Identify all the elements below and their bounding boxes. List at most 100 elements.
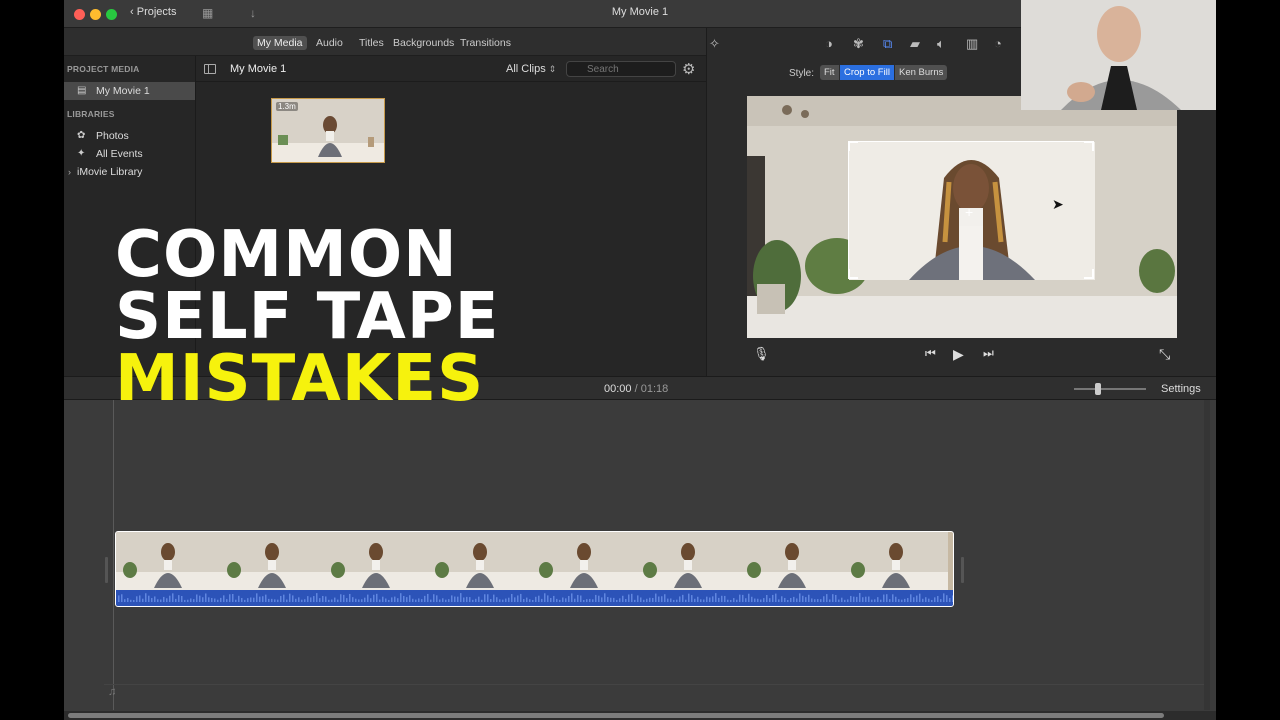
play-icon[interactable]: ▶ — [953, 346, 964, 363]
waveform-bar — [160, 599, 162, 602]
magic-wand-icon[interactable]: ✧ — [709, 36, 720, 52]
waveform-bar — [757, 598, 759, 602]
waveform-bar — [859, 593, 861, 602]
crop-handle-top-left[interactable] — [848, 141, 858, 151]
waveform-bar — [853, 596, 855, 602]
crop-icon[interactable]: ⧉ — [883, 36, 892, 52]
skip-back-icon[interactable]: ⏮︎ — [925, 346, 936, 361]
scrollbar-thumb[interactable] — [68, 713, 1164, 718]
current-time: 00:00 — [604, 383, 632, 395]
microphone-icon[interactable]: 🎙︎ — [753, 346, 770, 362]
waveform-bar — [250, 597, 252, 602]
playhead[interactable] — [113, 400, 114, 710]
sidebar-item-my-movie[interactable]: ▤ My Movie 1 — [64, 82, 195, 100]
tab-my-media[interactable]: My Media — [253, 36, 307, 50]
disclosure-chevron-icon[interactable]: › — [68, 163, 71, 181]
waveform-bar — [526, 597, 528, 602]
waveform-bar — [769, 598, 771, 602]
sidebar-item-photos[interactable]: ✿ Photos — [64, 127, 195, 145]
waveform-bar — [688, 593, 690, 602]
color-balance-icon[interactable]: ◑ — [825, 36, 833, 51]
waveform-bar — [319, 598, 321, 602]
headline-line-1: COMMON — [115, 218, 458, 292]
style-ken-burns-button[interactable]: Ken Burns — [895, 65, 948, 80]
waveform-bar — [676, 599, 678, 602]
waveform-bar — [193, 599, 195, 602]
clip-frame — [428, 532, 532, 590]
waveform-bar — [157, 599, 159, 602]
waveform-bar — [640, 597, 642, 602]
waveform-bar — [508, 597, 510, 602]
waveform-bar — [457, 596, 459, 602]
color-palette-icon[interactable]: ✾ — [853, 36, 864, 52]
waveform-bar — [664, 594, 666, 602]
waveform-bar — [925, 597, 927, 602]
waveform-bar — [943, 593, 945, 602]
waveform-bar — [451, 595, 453, 602]
skip-forward-icon[interactable]: ⏭︎ — [983, 346, 994, 361]
waveform-bar — [733, 598, 735, 602]
waveform-bar — [835, 594, 837, 602]
clip-filter-select[interactable]: All Clips ⇕ — [506, 63, 556, 75]
audio-waveform — [116, 590, 953, 606]
tab-backgrounds[interactable]: Backgrounds — [389, 36, 458, 50]
crop-handle-top-right[interactable] — [1084, 141, 1094, 151]
waveform-bar — [514, 597, 516, 602]
waveform-bar — [637, 595, 639, 602]
waveform-bar — [340, 594, 342, 602]
tab-audio[interactable]: Audio — [312, 36, 347, 50]
waveform-bar — [469, 597, 471, 602]
crop-handle-bottom-left[interactable] — [848, 269, 858, 279]
waveform-bar — [928, 598, 930, 602]
waveform-bar — [403, 595, 405, 602]
timeline-area[interactable]: ♫ — [64, 400, 1216, 720]
waveform-bar — [805, 597, 807, 602]
equalizer-icon[interactable]: ▥ — [966, 36, 978, 52]
timeline-settings-button[interactable]: Settings — [1161, 383, 1201, 395]
horizontal-scrollbar[interactable] — [64, 711, 1216, 720]
waveform-bar — [337, 599, 339, 602]
waveform-bar — [589, 598, 591, 602]
crop-handle-bottom-right[interactable] — [1084, 269, 1094, 279]
waveform-bar — [124, 599, 126, 602]
clip-duration-badge: 1.3m — [276, 102, 298, 111]
waveform-bar — [346, 598, 348, 602]
waveform-bar — [556, 598, 558, 602]
style-crop-to-fill-button[interactable]: Crop to Fill — [840, 65, 894, 80]
clip-trim-handle-right[interactable] — [961, 557, 964, 583]
media-clip-thumbnail[interactable]: 1.3m — [271, 98, 385, 163]
waveform-bar — [643, 599, 645, 602]
waveform-bar — [739, 594, 741, 602]
sidebar-item-imovie-library[interactable]: › iMovie Library — [64, 163, 195, 181]
gear-icon[interactable]: ⚙ — [682, 60, 695, 78]
waveform-bar — [712, 596, 714, 602]
sidebar-toggle-icon[interactable] — [204, 64, 216, 74]
timeline-video-clip[interactable] — [115, 531, 954, 607]
sidebar-item-label: My Movie 1 — [96, 85, 150, 97]
style-fit-button[interactable]: Fit — [820, 65, 839, 80]
fullscreen-icon[interactable]: ⤡ — [1159, 346, 1170, 363]
volume-icon[interactable]: 🔈︎ — [937, 36, 945, 52]
waveform-bar — [397, 598, 399, 602]
waveform-bar — [616, 599, 618, 602]
video-preview[interactable]: + ➤ — [747, 96, 1177, 338]
stabilization-camera-icon[interactable]: ▰ — [910, 36, 920, 52]
search-input[interactable] — [566, 61, 676, 77]
waveform-bar — [634, 599, 636, 602]
waveform-bar — [214, 598, 216, 602]
zoom-slider-track[interactable] — [1074, 388, 1146, 390]
waveform-bar — [841, 597, 843, 602]
style-label: Style: — [789, 68, 815, 79]
clip-trim-handle-left[interactable] — [105, 557, 108, 583]
tab-transitions[interactable]: Transitions — [456, 36, 515, 50]
waveform-bar — [610, 597, 612, 602]
tab-titles[interactable]: Titles — [355, 36, 388, 50]
sidebar-item-all-events[interactable]: ✦ All Events — [64, 145, 195, 163]
waveform-bar — [649, 597, 651, 602]
zoom-slider-knob[interactable] — [1095, 383, 1101, 395]
vertical-scrollbar[interactable] — [1204, 400, 1210, 710]
speed-gauge-icon[interactable]: ◔ — [994, 36, 1002, 51]
waveform-bar — [433, 594, 435, 602]
crosshair-icon: + — [965, 204, 974, 220]
waveform-bar — [703, 599, 705, 602]
